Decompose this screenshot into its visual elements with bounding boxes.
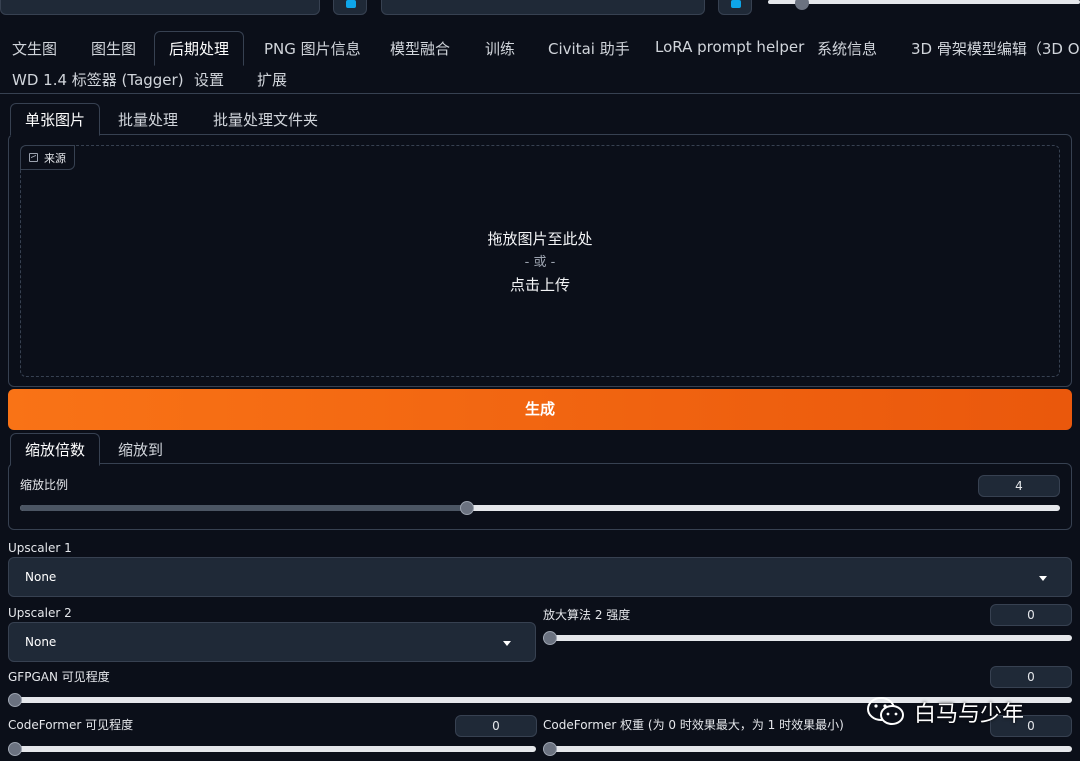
upscaler2-strength-label: 放大算法 2 强度 <box>543 608 631 622</box>
codeformer-weight-slider[interactable] <box>543 746 1072 752</box>
tab-model-merge[interactable]: 模型融合 <box>390 38 450 59</box>
tab-lora-prompt-helper[interactable]: LoRA prompt helper <box>655 38 804 56</box>
tab-settings[interactable]: 设置 <box>194 69 224 90</box>
tab-single-image[interactable]: 单张图片 <box>10 103 101 136</box>
upscaler1-label: Upscaler 1 <box>8 541 72 555</box>
scale-slider[interactable] <box>20 505 1060 511</box>
codeformer-visibility-thumb[interactable] <box>8 742 22 756</box>
gfpgan-thumb[interactable] <box>8 693 22 707</box>
tab-tagger[interactable]: WD 1.4 标签器 (Tagger) <box>12 69 184 90</box>
gfpgan-input[interactable]: 0 <box>990 666 1072 688</box>
refresh-vae-button[interactable] <box>718 0 752 15</box>
scale-slider-fill <box>20 505 468 511</box>
codeformer-weight-thumb[interactable] <box>543 742 557 756</box>
tab-civitai-helper[interactable]: Civitai 助手 <box>548 38 630 59</box>
tab-scale-to[interactable]: 缩放到 <box>118 439 163 460</box>
codeformer-visibility-slider[interactable] <box>8 746 536 752</box>
upscaler2-strength-thumb[interactable] <box>543 631 557 645</box>
image-icon <box>29 153 38 162</box>
tab-batch-process[interactable]: 批量处理 <box>118 109 178 130</box>
clip-skip-slider[interactable] <box>768 0 1080 4</box>
upscaler1-value: None <box>25 570 57 584</box>
codeformer-weight-label: CodeFormer 权重 (为 0 时效果最大，为 1 时效果最小) <box>543 718 844 732</box>
upscaler2-value: None <box>25 635 57 649</box>
tab-divider <box>0 93 1080 94</box>
source-label-text: 来源 <box>44 151 66 165</box>
vae-select[interactable] <box>381 0 705 15</box>
generate-button[interactable]: 生成 <box>8 389 1072 430</box>
tab-txt2img[interactable]: 文生图 <box>12 38 57 59</box>
checkpoint-select[interactable] <box>0 0 320 15</box>
resize-panel <box>8 463 1072 530</box>
codeformer-visibility-label: CodeFormer 可见程度 <box>8 718 134 732</box>
tab-3d-openpose[interactable]: 3D 骨架模型编辑（3D Op <box>911 38 1080 59</box>
watermark: 白马与少年 <box>866 696 1024 728</box>
tab-batch-from-directory[interactable]: 批量处理文件夹 <box>213 109 318 130</box>
chevron-down-icon <box>1039 576 1047 581</box>
source-label: 来源 <box>20 145 75 170</box>
tab-img2img[interactable]: 图生图 <box>91 38 136 59</box>
tab-scale-by[interactable]: 缩放倍数 <box>10 433 101 466</box>
click-upload-text[interactable]: 点击上传 <box>0 274 1080 295</box>
tab-extras[interactable]: 后期处理 <box>154 31 245 66</box>
tab-train[interactable]: 训练 <box>485 38 515 59</box>
watermark-text: 白马与少年 <box>914 702 1025 727</box>
scale-label: 缩放比例 <box>20 478 69 492</box>
upscaler2-strength-input[interactable]: 0 <box>990 604 1072 626</box>
gfpgan-label: GFPGAN 可见程度 <box>8 670 110 684</box>
wechat-icon <box>867 697 904 725</box>
tab-extensions[interactable]: 扩展 <box>257 69 287 90</box>
tab-png-info[interactable]: PNG 图片信息 <box>264 38 361 59</box>
chevron-down-icon <box>503 641 511 646</box>
scale-number-input[interactable]: 4 <box>978 475 1060 497</box>
upscaler2-strength-slider[interactable] <box>543 635 1072 641</box>
refresh-icon <box>346 0 356 8</box>
refresh-icon <box>731 0 741 8</box>
drop-or-text: - 或 - <box>524 255 556 270</box>
drop-instruction: 拖放图片至此处 <box>487 230 593 248</box>
upscaler1-select[interactable]: None <box>8 557 1072 597</box>
upscaler2-label: Upscaler 2 <box>8 606 72 620</box>
upscaler2-select[interactable]: None <box>8 622 536 662</box>
clip-skip-slider-thumb[interactable] <box>795 0 809 10</box>
refresh-button[interactable] <box>333 0 367 15</box>
codeformer-visibility-input[interactable]: 0 <box>455 715 537 737</box>
tab-system-info[interactable]: 系统信息 <box>817 38 877 59</box>
